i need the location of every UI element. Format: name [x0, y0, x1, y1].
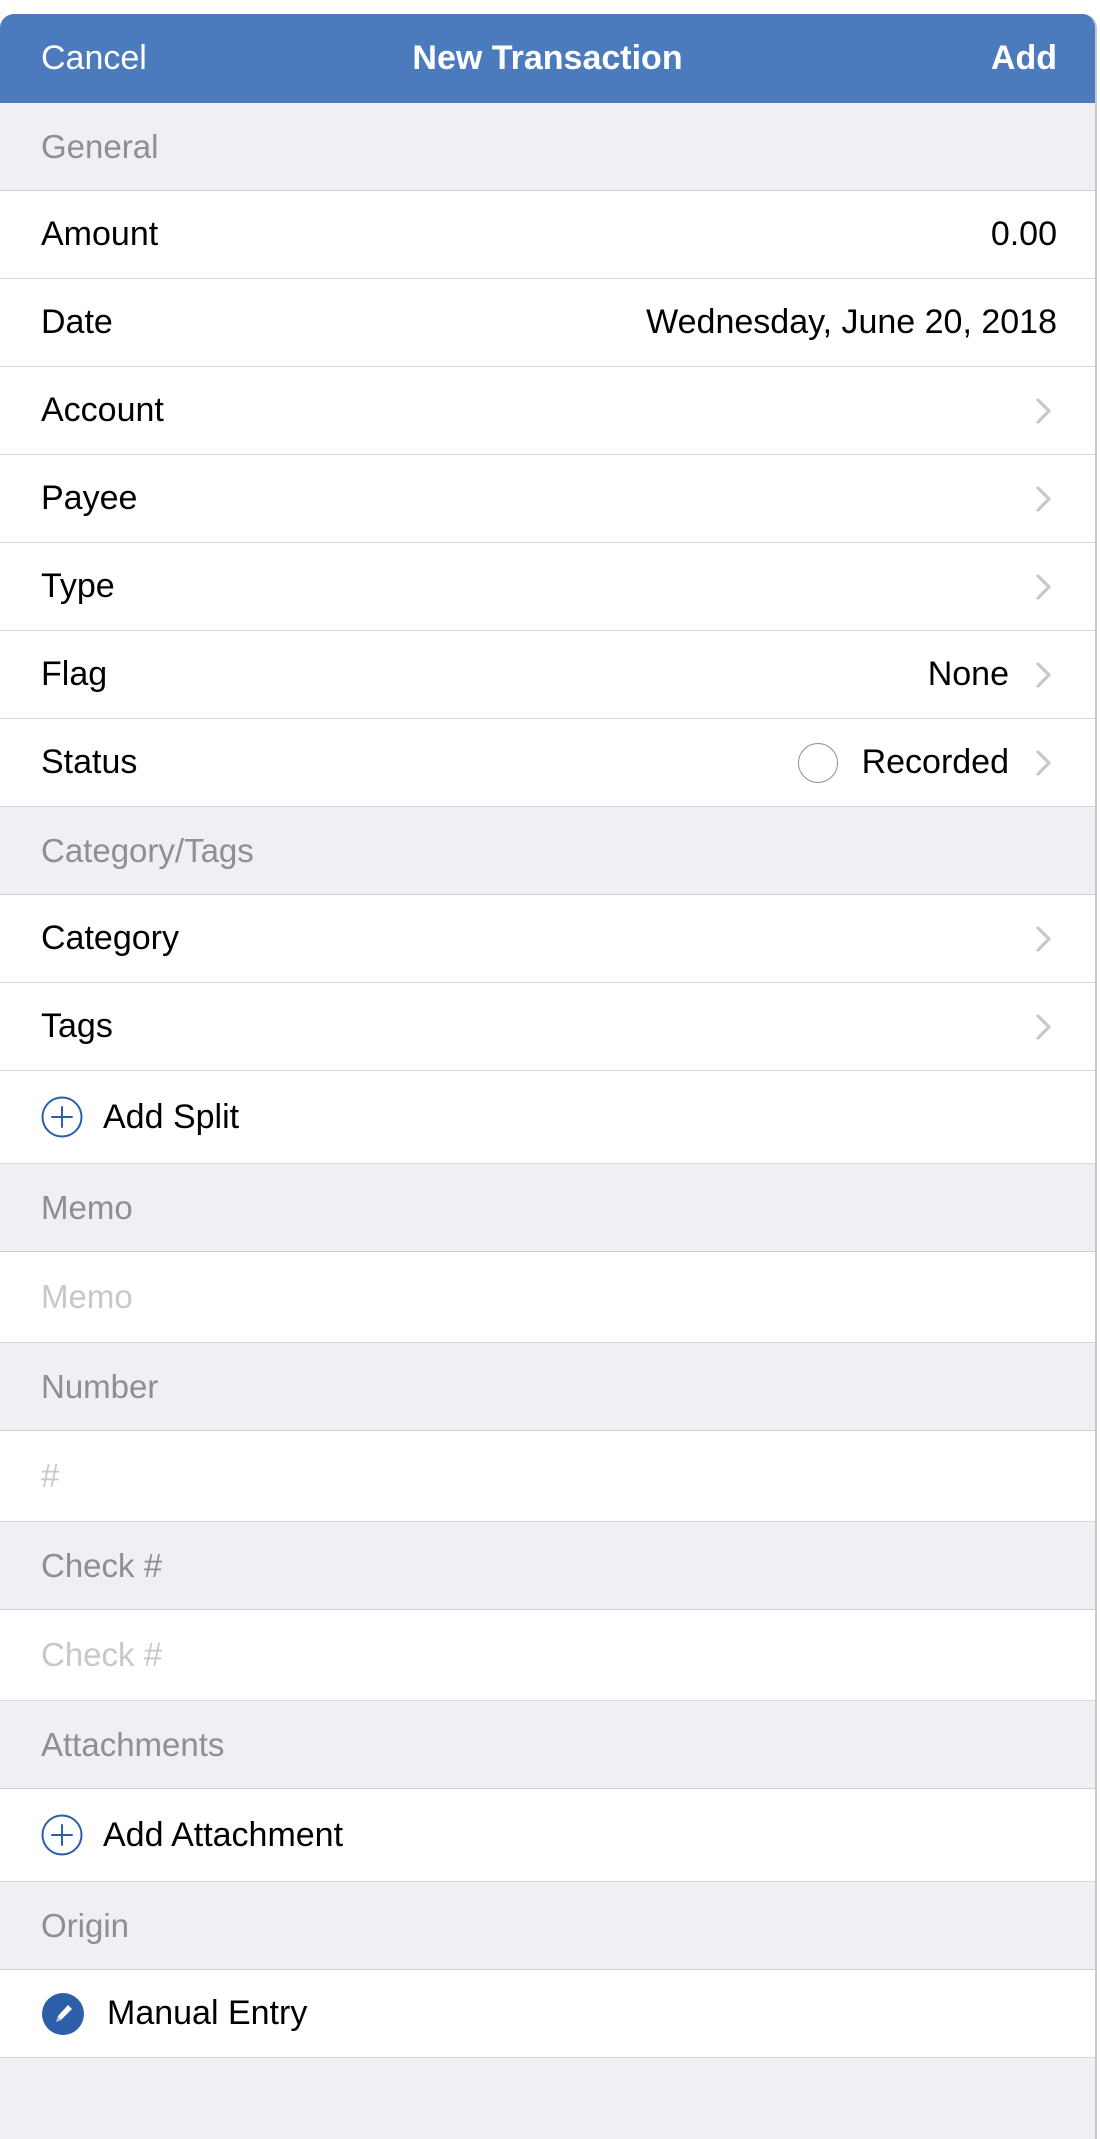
check-number-field[interactable]: Check #: [0, 1610, 1095, 1701]
status-value-wrap: Recorded: [797, 742, 1057, 783]
origin-value: Manual Entry: [107, 1994, 308, 2032]
account-value: [1009, 391, 1057, 431]
amount-value[interactable]: 0.00: [991, 215, 1057, 254]
type-label: Type: [41, 567, 115, 605]
section-header-number: Number: [0, 1343, 1095, 1431]
chevron-right-icon: [1027, 479, 1057, 519]
amount-row[interactable]: Amount 0.00: [0, 191, 1095, 279]
section-header-origin: Origin: [0, 1882, 1095, 1970]
date-value[interactable]: Wednesday, June 20, 2018: [646, 303, 1057, 342]
add-attachment-button[interactable]: Add Attachment: [0, 1789, 1095, 1882]
payee-value: [1009, 479, 1057, 519]
status-row[interactable]: Status Recorded: [0, 719, 1095, 807]
section-header-category-tags: Category/Tags: [0, 807, 1095, 895]
payee-row[interactable]: Payee: [0, 455, 1095, 543]
memo-field[interactable]: Memo: [0, 1252, 1095, 1343]
add-split-label: Add Split: [103, 1097, 240, 1136]
date-label: Date: [41, 303, 113, 341]
origin-row: Manual Entry: [0, 1970, 1095, 2058]
transaction-sheet: New Transaction Cancel Add General Amoun…: [0, 14, 1097, 2139]
flag-value: None: [927, 655, 1009, 693]
section-header-general: General: [0, 103, 1095, 191]
empty-circle-icon: [797, 742, 838, 783]
page-title: New Transaction: [412, 39, 683, 77]
nav-title-wrap: New Transaction: [0, 14, 1095, 103]
chevron-right-icon: [1027, 1007, 1057, 1047]
flag-row[interactable]: Flag None: [0, 631, 1095, 719]
status-value: Recorded: [861, 743, 1009, 781]
category-label: Category: [41, 919, 179, 957]
plus-circle-icon: [41, 1814, 83, 1856]
chevron-right-icon: [1027, 391, 1057, 431]
amount-label: Amount: [41, 215, 159, 253]
section-header-check: Check #: [0, 1522, 1095, 1610]
number-field[interactable]: #: [0, 1431, 1095, 1522]
chevron-right-icon: [1027, 919, 1057, 959]
plus-circle-icon: [41, 1096, 83, 1138]
status-label: Status: [41, 743, 138, 781]
account-row[interactable]: Account: [0, 367, 1095, 455]
number-placeholder: #: [41, 1457, 60, 1494]
section-header-attachments: Attachments: [0, 1701, 1095, 1789]
category-row[interactable]: Category: [0, 895, 1095, 983]
type-value: [1009, 567, 1057, 607]
tags-row[interactable]: Tags: [0, 983, 1095, 1071]
chevron-right-icon: [1027, 743, 1057, 783]
bottom-padding: [0, 2058, 1095, 2139]
tags-label: Tags: [41, 1007, 113, 1045]
flag-value-wrap: None: [928, 655, 1057, 695]
date-row[interactable]: Date Wednesday, June 20, 2018: [0, 279, 1095, 367]
navigation-bar: New Transaction Cancel Add: [0, 14, 1095, 103]
check-number-placeholder: Check #: [41, 1636, 163, 1673]
add-attachment-label: Add Attachment: [103, 1815, 344, 1854]
pencil-circle-icon: [41, 1992, 85, 2036]
chevron-right-icon: [1027, 655, 1057, 695]
flag-label: Flag: [41, 655, 108, 693]
add-button[interactable]: Add: [991, 14, 1057, 103]
tags-value: [1009, 1007, 1057, 1047]
memo-placeholder: Memo: [41, 1278, 133, 1315]
add-split-button[interactable]: Add Split: [0, 1071, 1095, 1164]
section-header-memo: Memo: [0, 1164, 1095, 1252]
category-value: [1009, 919, 1057, 959]
account-label: Account: [41, 391, 164, 429]
chevron-right-icon: [1027, 567, 1057, 607]
type-row[interactable]: Type: [0, 543, 1095, 631]
payee-label: Payee: [41, 479, 138, 517]
cancel-button[interactable]: Cancel: [41, 14, 147, 103]
